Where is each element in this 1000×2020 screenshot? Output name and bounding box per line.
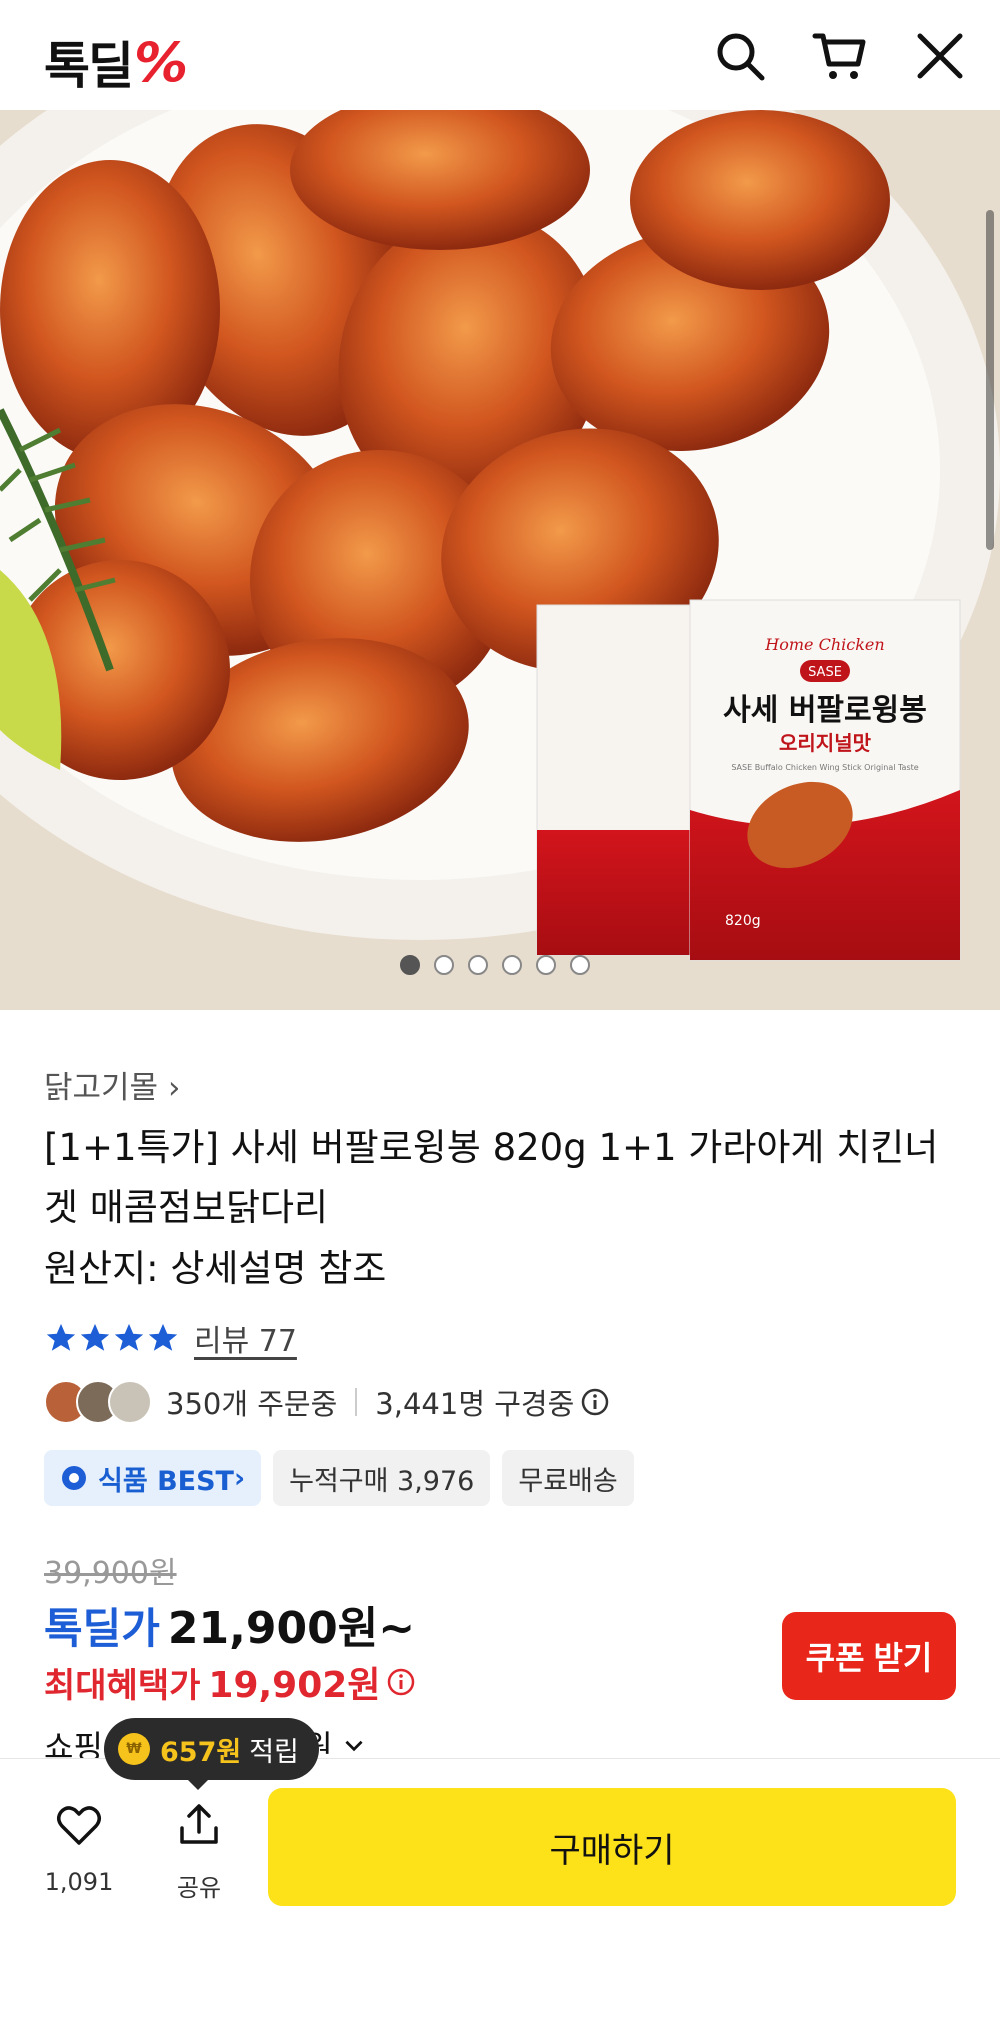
max-benefit-label: 최대혜택가 <box>44 1665 201 1706</box>
buy-button[interactable]: 구매하기 <box>268 1788 956 1906</box>
logo-mark: % <box>134 30 189 94</box>
tooltip-arrow <box>186 1778 210 1790</box>
product-origin: 원산지: 상세설명 참조 <box>44 1247 387 1290</box>
search-icon[interactable] <box>712 28 768 84</box>
package-weight: 820g <box>725 913 761 929</box>
logo[interactable]: 톡딜 % <box>44 26 188 98</box>
carousel-dot[interactable] <box>502 955 522 975</box>
carousel-indicator <box>400 955 590 975</box>
share-label: 공유 <box>176 1874 222 1902</box>
like-button[interactable]: 1,091 <box>44 1800 114 1896</box>
original-price: 39,900원 <box>44 1556 177 1591</box>
star-icon <box>146 1321 180 1355</box>
chevron-right-icon: › <box>233 1462 246 1494</box>
info-icon[interactable] <box>580 1387 610 1417</box>
best-tag-label: 식품 BEST <box>98 1465 234 1497</box>
product-photo: Home Chicken SASE 사세 버팔로윙봉 오리지널맛 SASE Bu… <box>0 110 1000 1010</box>
deal-price-label: 톡딜가 <box>44 1604 160 1653</box>
star-icon <box>44 1321 78 1355</box>
product-image-carousel[interactable]: Home Chicken SASE 사세 버팔로윙봉 오리지널맛 SASE Bu… <box>0 110 1000 1010</box>
carousel-dot[interactable] <box>536 955 556 975</box>
deal-price-row: 톡딜가 21,900원~ <box>44 1592 415 1656</box>
free-shipping-tag: 무료배송 <box>502 1450 634 1506</box>
share-button[interactable]: 공유 <box>164 1800 234 1903</box>
star-icon <box>78 1321 112 1355</box>
heart-icon <box>57 1806 101 1845</box>
avatar <box>108 1380 152 1424</box>
coin-icon: ₩ <box>118 1733 150 1765</box>
cart-icon[interactable] <box>812 28 868 84</box>
package-english: SASE Buffalo Chicken Wing Stick Original… <box>731 763 918 772</box>
carousel-dot[interactable] <box>434 955 454 975</box>
package-right: Home Chicken SASE 사세 버팔로윙봉 오리지널맛 SASE Bu… <box>689 599 961 961</box>
share-icon <box>180 1804 218 1844</box>
ordering-count: 350개 주문중 <box>166 1387 338 1421</box>
reward-tooltip: ₩ 657원 적립 <box>104 1718 319 1780</box>
deal-price: 21,900원~ <box>167 1603 416 1654</box>
carousel-dot[interactable] <box>400 955 420 975</box>
logo-text: 톡딜 <box>44 37 134 95</box>
coupon-button[interactable]: 쿠폰 받기 <box>782 1612 956 1700</box>
carousel-dot[interactable] <box>570 955 590 975</box>
badge-icon <box>62 1466 86 1490</box>
product-title: [1+1특가] 사세 버팔로윙봉 820g 1+1 가라아게 치킨너겟 매콤점보… <box>44 1126 939 1229</box>
scrollbar[interactable] <box>986 210 994 550</box>
like-count: 1,091 <box>44 1868 114 1896</box>
review-link[interactable]: 리뷰 77 <box>194 1316 297 1360</box>
best-tag[interactable]: 식품 BEST › <box>44 1450 262 1506</box>
carousel-dot[interactable] <box>468 955 488 975</box>
avatar-group <box>44 1380 152 1424</box>
reward-label: 적립 <box>249 1736 299 1768</box>
app-header: 톡딜 % <box>0 0 1000 110</box>
tag-list: 식품 BEST › 누적구매 3,976 무료배송 <box>44 1450 634 1506</box>
package-badge: SASE <box>808 665 842 680</box>
package-subtitle: 오리지널맛 <box>779 731 872 755</box>
divider <box>355 1388 358 1416</box>
watching-count: 3,441명 구경중 <box>375 1387 575 1421</box>
breadcrumb-label: 닭고기몰 <box>44 1070 159 1106</box>
reward-amount: 657원 <box>160 1736 242 1768</box>
star-icon <box>112 1321 146 1355</box>
package-title: 사세 버팔로윙봉 <box>723 693 927 728</box>
chevron-right-icon: › <box>167 1070 181 1106</box>
max-benefit-row[interactable]: 최대혜택가 19,902원 <box>44 1656 416 1708</box>
info-icon[interactable] <box>386 1667 416 1697</box>
close-icon[interactable] <box>912 28 968 84</box>
package-brand: Home Chicken <box>764 635 884 654</box>
breadcrumb[interactable]: 닭고기몰 › <box>44 1062 180 1107</box>
rating[interactable]: 리뷰 77 <box>44 1316 297 1360</box>
social-proof: 350개 주문중 3,441명 구경중 <box>44 1378 610 1426</box>
max-benefit-price: 19,902원 <box>208 1665 381 1706</box>
cumulative-purchase-tag: 누적구매 3,976 <box>273 1450 491 1506</box>
chevron-down-icon <box>345 1740 363 1752</box>
